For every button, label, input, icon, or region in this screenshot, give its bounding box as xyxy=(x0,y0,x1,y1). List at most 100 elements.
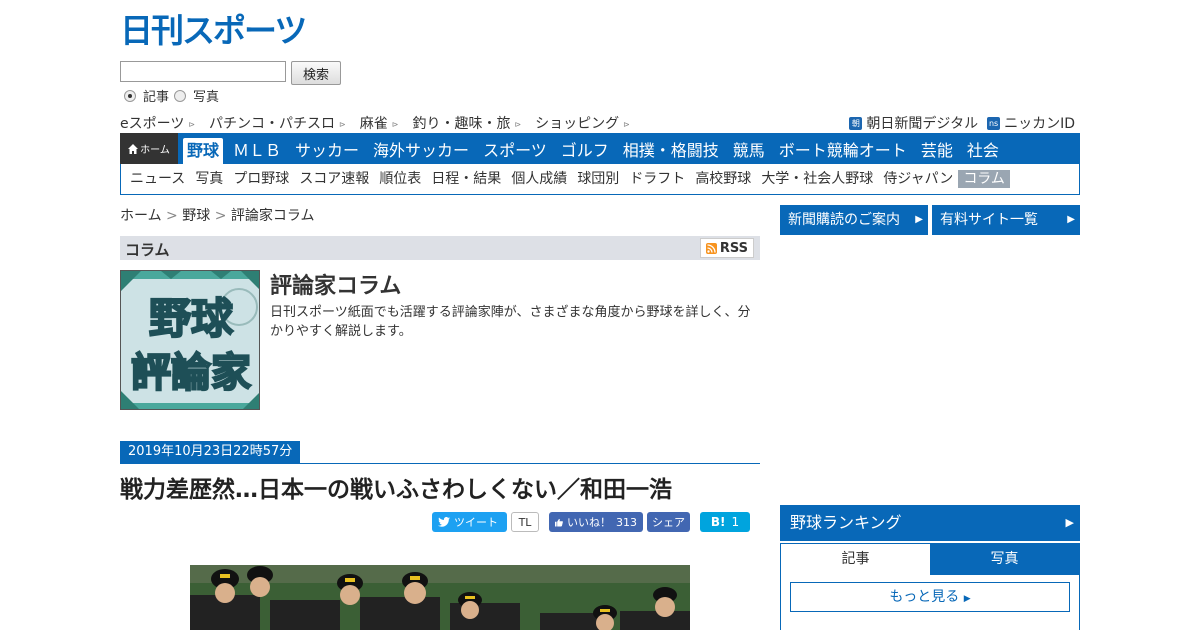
rss-label: RSS xyxy=(719,240,748,256)
like-button[interactable]: いいね！ 313 xyxy=(549,512,643,532)
tweet-button[interactable]: ツイート xyxy=(432,512,507,532)
paid-sites-label: 有料サイト一覧 xyxy=(940,212,1038,228)
subnav-samurai-japan[interactable]: 侍ジャパン xyxy=(878,170,958,188)
breadcrumb-sep: > xyxy=(166,208,178,224)
nav-society[interactable]: 社会 xyxy=(960,133,1006,164)
subnav-live-score[interactable]: スコア速報 xyxy=(294,170,374,188)
radio-photo[interactable] xyxy=(174,89,187,102)
site-logo[interactable]: 日刊スポーツ xyxy=(120,11,320,50)
nav-baseball[interactable]: 野球 xyxy=(183,138,224,164)
tl-button[interactable]: TL xyxy=(511,512,539,532)
rss-button[interactable]: RSS xyxy=(699,238,754,258)
nav-entertainment[interactable]: 芸能 xyxy=(914,133,960,164)
hatena-count: 1 xyxy=(731,515,740,529)
nav-sumo[interactable]: 相撲・格闘技 xyxy=(616,133,726,164)
toplink-mahjong[interactable]: 麻雀 xyxy=(360,113,399,133)
nav-soccer[interactable]: サッカー xyxy=(288,133,366,164)
ranking-tabs: 記事 写真 xyxy=(781,544,1079,575)
breadcrumb-baseball[interactable]: 野球 xyxy=(182,208,210,224)
top-links: eスポーツ パチンコ・パチスロ 麻雀 釣り・趣味・旅 ショッピング 朝 朝日新聞… xyxy=(120,113,1080,133)
nav-sports[interactable]: スポーツ xyxy=(476,133,554,164)
subnav-news[interactable]: ニュース xyxy=(125,170,190,188)
column-thumbnail[interactable]: 野球 評論家 xyxy=(120,270,260,410)
thumb-line-2: 評論家 xyxy=(131,350,251,396)
toplink-fishing[interactable]: 釣り・趣味・旅 xyxy=(412,113,521,133)
rss-icon xyxy=(705,242,717,254)
radio-article-label: 記事 xyxy=(143,90,170,105)
article-photo[interactable] xyxy=(190,565,690,630)
toplink-pachinko[interactable]: パチンコ・パチスロ xyxy=(209,113,346,133)
nav-home-label: ホーム xyxy=(140,145,170,156)
tweet-label: ツイート xyxy=(454,516,498,529)
chevron-right-icon: ▶ xyxy=(1067,214,1075,225)
more-button[interactable]: もっと見る ▶ xyxy=(790,582,1070,612)
twitter-icon xyxy=(438,517,450,527)
hatena-icon: B! xyxy=(710,515,726,529)
chevron-right-icon: ▶ xyxy=(1065,516,1074,529)
ranking-tab-articles[interactable]: 記事 xyxy=(781,544,930,575)
toplink-shopping[interactable]: ショッピング xyxy=(535,113,630,133)
subnav-stats[interactable]: 個人成績 xyxy=(506,170,572,188)
breadcrumb: ホーム > 野球 > 評論家コラム xyxy=(120,205,314,225)
like-count: 313 xyxy=(616,515,637,529)
hatena-bookmark-button[interactable]: B! 1 xyxy=(700,512,750,532)
ranking-title: 野球ランキング xyxy=(790,513,902,532)
subnav-draft[interactable]: ドラフト xyxy=(624,170,690,188)
breadcrumb-sep: > xyxy=(214,208,227,224)
subnav-pro-baseball[interactable]: プロ野球 xyxy=(228,170,294,188)
paid-sites-button[interactable]: 有料サイト一覧 ▶ xyxy=(932,205,1080,235)
profile-title: 評論家コラム xyxy=(270,274,402,299)
search-type-options: 記事 写真 xyxy=(124,86,224,105)
like-label: いいね！ xyxy=(567,516,611,529)
subnav-teams[interactable]: 球団別 xyxy=(572,170,624,188)
column-header: コラム RSS xyxy=(120,236,760,260)
nav-mlb[interactable]: ＭＬＢ xyxy=(223,133,288,164)
social-buttons: ツイート TL いいね！ 313 シェア B! 1 xyxy=(432,512,750,532)
breadcrumb-home[interactable]: ホーム xyxy=(120,208,162,224)
share-label: シェア xyxy=(652,516,685,529)
subscription-info-label: 新聞購読のご案内 xyxy=(788,212,900,228)
chevron-right-icon: ▶ xyxy=(963,594,971,604)
nav-world-soccer[interactable]: 海外サッカー xyxy=(366,133,476,164)
ranking-tab-photos[interactable]: 写真 xyxy=(930,544,1079,575)
sub-nav: ニュース 写真 プロ野球 スコア速報 順位表 日程・結果 個人成績 球団別 ドラ… xyxy=(120,164,1080,195)
subnav-high-school[interactable]: 高校野球 xyxy=(690,170,756,188)
breadcrumb-current: 評論家コラム xyxy=(230,208,315,224)
search-button[interactable]: 検索 xyxy=(291,61,341,85)
radio-photo-label: 写真 xyxy=(193,90,220,105)
logo-text: 日刊スポーツ xyxy=(120,12,305,48)
nav-home[interactable]: ホーム xyxy=(120,133,178,164)
ranking-header[interactable]: 野球ランキング ▶ xyxy=(780,505,1080,541)
column-title: コラム xyxy=(125,241,170,259)
tl-label: TL xyxy=(518,515,532,529)
ranking-box: 記事 写真 もっと見る ▶ xyxy=(780,543,1080,630)
subnav-schedule[interactable]: 日程・結果 xyxy=(426,170,506,188)
subnav-photo[interactable]: 写真 xyxy=(190,170,228,188)
article-headline: 戦力差歴然…日本一の戦いふさわしくない／和田一浩 xyxy=(120,477,672,503)
article-date: 2019年10月23日22時57分 xyxy=(120,441,301,463)
nav-horse-racing[interactable]: 競馬 xyxy=(726,133,772,164)
thumbs-up-icon xyxy=(555,518,563,526)
subscription-info-button[interactable]: 新聞購読のご案内 ▶ xyxy=(780,205,928,235)
radio-article[interactable] xyxy=(124,89,136,102)
profile-description: 日刊スポーツ紙面でも活躍する評論家陣が、さまざまな角度から野球を詳しく、分かりや… xyxy=(270,305,751,339)
subnav-college[interactable]: 大学・社会人野球 xyxy=(756,170,878,188)
home-icon xyxy=(128,143,139,154)
subnav-standings[interactable]: 順位表 xyxy=(374,170,426,188)
asahi-icon: 朝 xyxy=(849,116,863,130)
more-label: もっと見る xyxy=(889,589,960,605)
nav-golf[interactable]: ゴルフ xyxy=(554,133,616,164)
nav-boat-keirin[interactable]: ボート競輪オート xyxy=(772,133,914,164)
subnav-column[interactable]: コラム xyxy=(958,170,1010,188)
global-nav: ホーム 野球 ＭＬＢ サッカー 海外サッカー スポーツ ゴルフ 相撲・格闘技 競… xyxy=(120,133,1080,164)
toplink-asahi[interactable]: 朝日新聞デジタル xyxy=(866,113,978,133)
article-date-bar: 2019年10月23日22時57分 xyxy=(120,441,760,464)
search-input[interactable] xyxy=(120,61,286,82)
chevron-right-icon: ▶ xyxy=(915,214,923,225)
toplink-nikkan-id[interactable]: ニッカンID xyxy=(1004,113,1075,133)
search-form: 検索 xyxy=(120,61,341,85)
nikkan-id-icon: ns xyxy=(987,116,1001,130)
toplink-esports[interactable]: eスポーツ xyxy=(120,113,195,133)
share-button[interactable]: シェア xyxy=(647,512,690,532)
thumb-line-1: 野球 xyxy=(149,294,234,343)
